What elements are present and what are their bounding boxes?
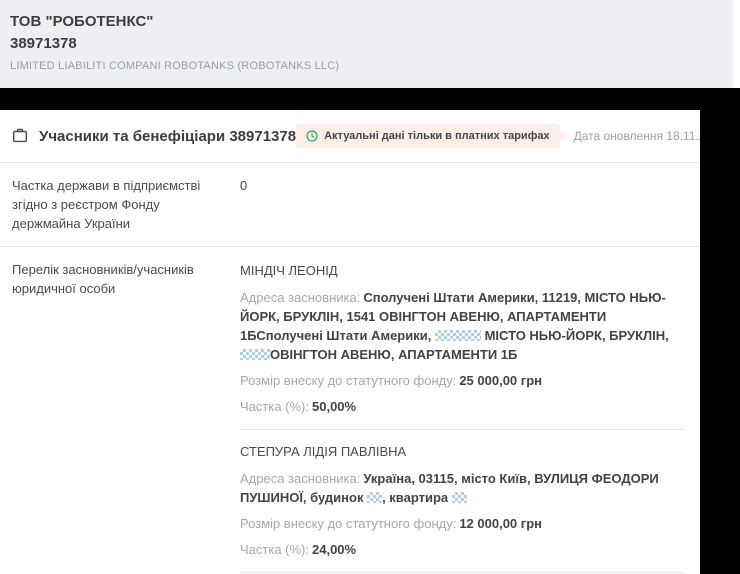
update-date: Дата оновлення 18.11.2025 ? bbox=[574, 129, 700, 143]
card-header: Учасники та бенефіціари 38971378 Актуаль… bbox=[0, 110, 700, 163]
background-strip bbox=[700, 110, 740, 574]
founder-share: Частка (%): 24,00% bbox=[240, 540, 684, 559]
founder-contribution: Розмір внеску до статутного фонду: 12 000… bbox=[240, 514, 684, 533]
share-value: 24,00% bbox=[312, 542, 357, 557]
section-title: Учасники та бенефіціари 38971378 bbox=[39, 127, 297, 145]
address-value: ОВІНГТОН АВЕНЮ, АПАРТАМЕНТИ 1Б bbox=[270, 347, 518, 362]
contribution-value: 25 000,00 грн bbox=[459, 373, 542, 388]
founder-contribution: Розмір внеску до статутного фонду: 25 000… bbox=[240, 371, 684, 390]
share-label: Частка (%): bbox=[240, 542, 309, 557]
contribution-value: 12 000,00 грн bbox=[459, 516, 542, 531]
background-band bbox=[0, 88, 740, 110]
address-value: МІСТО НЬЮ-ЙОРК, БРУКЛІН, bbox=[480, 328, 669, 343]
founder-address: Адреса засновника: Україна, 03115, місто … bbox=[240, 469, 684, 507]
update-date-label: Дата оновлення 18.11.2025 bbox=[573, 129, 700, 143]
redacted-value bbox=[451, 492, 467, 503]
company-name-en: LIMITED LIABILITI COMPANI ROBOTANKS (ROB… bbox=[10, 60, 340, 72]
address-label: Адреса засновника: bbox=[240, 290, 361, 305]
company-header: ТОВ "РОБОТЕНКС" 38971378 LIMITED LIABILI… bbox=[0, 0, 733, 88]
company-code: 38971378 bbox=[10, 35, 77, 52]
founder-share: Частка (%): 50,00% bbox=[240, 397, 684, 416]
paid-tariff-badge-label: Актуальні дані тільки в платних тарифах bbox=[324, 130, 550, 142]
redacted-value bbox=[434, 330, 481, 341]
redacted-value bbox=[367, 492, 383, 503]
share-value: 50,00% bbox=[312, 399, 357, 414]
founders-list: МІНДІЧ ЛЕОНІД Адреса засновника: Сполучен… bbox=[240, 260, 684, 574]
founder-item: СТЕПУРА ЛІДІЯ ПАВЛІВНА Адреса засновника… bbox=[240, 429, 684, 572]
state-share-row: Частка держави в підприємстві згідно з р… bbox=[0, 163, 700, 247]
contribution-label: Розмір внеску до статутного фонду: bbox=[240, 373, 457, 388]
participants-card: Учасники та бенефіціари 38971378 Актуаль… bbox=[0, 110, 700, 574]
contribution-label: Розмір внеску до статутного фонду: bbox=[240, 516, 457, 531]
clock-icon bbox=[306, 130, 318, 142]
badge-arrow bbox=[559, 131, 566, 141]
founder-address: Адреса засновника: Сполучені Штати Америк… bbox=[240, 288, 684, 364]
founders-row: Перелік засновників/учасників юридичної … bbox=[0, 247, 700, 574]
state-share-label: Частка держави в підприємстві згідно з р… bbox=[12, 178, 201, 231]
founder-name: СТЕПУРА ЛІДІЯ ПАВЛІВНА bbox=[240, 444, 407, 459]
founder-item: МІНДІЧ ЛЕОНІД Адреса засновника: Сполучен… bbox=[240, 260, 684, 429]
state-share-value: 0 bbox=[240, 178, 248, 193]
briefcase-icon bbox=[12, 128, 28, 144]
founder-name: МІНДІЧ ЛЕОНІД bbox=[240, 263, 338, 278]
paid-tariff-badge[interactable]: Актуальні дані тільки в платних тарифах bbox=[296, 124, 560, 148]
address-label: Адреса засновника: bbox=[240, 471, 361, 486]
share-label: Частка (%): bbox=[240, 399, 309, 414]
founders-label: Перелік засновників/учасників юридичної … bbox=[12, 262, 194, 296]
page: ТОВ "РОБОТЕНКС" 38971378 LIMITED LIABILI… bbox=[0, 0, 740, 574]
company-name: ТОВ "РОБОТЕНКС" bbox=[10, 13, 154, 30]
redacted-value bbox=[240, 349, 270, 360]
address-value: , квартира bbox=[382, 490, 452, 505]
